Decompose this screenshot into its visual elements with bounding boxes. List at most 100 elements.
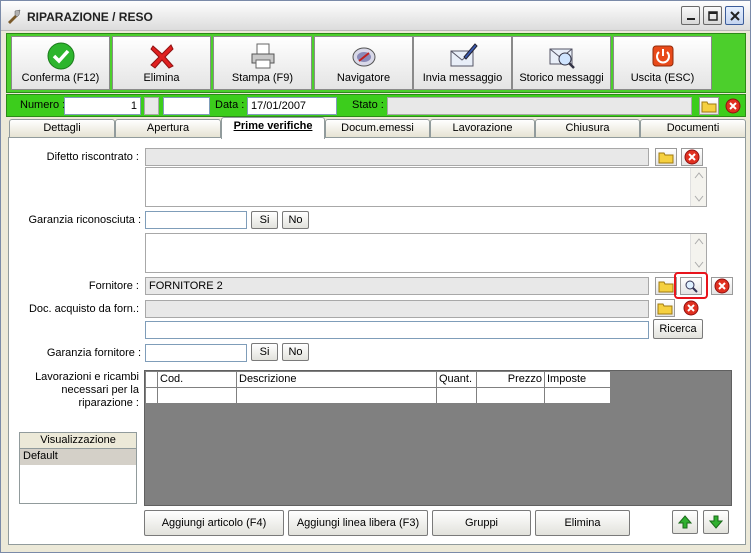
- close-icon: [729, 10, 740, 21]
- folder-icon: [658, 152, 674, 164]
- minimize-button[interactable]: [681, 6, 700, 25]
- difetto-clear-button[interactable]: [681, 148, 703, 166]
- clear-icon: [684, 149, 700, 165]
- doc-acquisto-label: Doc. acquisto da forn.:: [28, 303, 139, 315]
- garanzia-input[interactable]: [145, 211, 247, 229]
- garanzia-fornitore-label: Garanzia fornitore :: [46, 347, 141, 359]
- view-list-item[interactable]: Default: [20, 449, 136, 465]
- garanzia-label: Garanzia riconosciuta :: [28, 214, 142, 226]
- delete-label: Elimina: [143, 72, 180, 84]
- grid-header-imposte[interactable]: Imposte: [545, 372, 611, 388]
- table-cell[interactable]: [545, 388, 611, 404]
- doc-acquisto-detail-input[interactable]: [145, 321, 649, 339]
- fornitore-clear-button[interactable]: [711, 277, 733, 295]
- scroll-down-icon: [694, 195, 704, 202]
- move-down-button[interactable]: [703, 510, 729, 534]
- data-label: Data :: [215, 99, 245, 111]
- compass-icon: [352, 47, 375, 67]
- stato-input[interactable]: [387, 97, 692, 115]
- send-message-label: Invia messaggio: [422, 72, 503, 84]
- fornitore-label: Fornitore :: [88, 280, 139, 292]
- fornitore-input[interactable]: FORNITORE 2: [145, 277, 649, 295]
- tab-documenti[interactable]: Documenti: [640, 119, 746, 137]
- delete-button[interactable]: Elimina: [112, 36, 211, 90]
- table-cell[interactable]: [437, 388, 477, 404]
- delete-x-icon: [149, 44, 174, 69]
- table-cell[interactable]: [237, 388, 437, 404]
- doc-acquisto-open-button[interactable]: [655, 299, 675, 317]
- stato-clear-button[interactable]: [723, 97, 743, 115]
- fornitore-search-button[interactable]: [680, 277, 702, 295]
- arrow-down-icon: [709, 515, 723, 529]
- lavorazioni-grid[interactable]: Cod. Descrizione Quant. Prezzo Imposte: [144, 370, 732, 506]
- numero-spin[interactable]: [144, 97, 159, 115]
- close-button[interactable]: [725, 6, 744, 25]
- grid-header-prezzo[interactable]: Prezzo: [477, 372, 545, 388]
- garanzia-si-button[interactable]: Si: [251, 211, 278, 229]
- arrow-up-icon: [678, 515, 692, 529]
- move-up-button[interactable]: [672, 510, 698, 534]
- maximize-icon: [707, 10, 718, 21]
- tab-dettagli[interactable]: Dettagli: [9, 119, 115, 137]
- message-history-button[interactable]: Storico messaggi: [512, 36, 611, 90]
- exit-button[interactable]: Uscita (ESC): [613, 36, 712, 90]
- garanzia-fornitore-si-button[interactable]: Si: [251, 343, 278, 361]
- grid-header-descrizione[interactable]: Descrizione: [237, 372, 437, 388]
- garanzia-fornitore-no-button[interactable]: No: [282, 343, 309, 361]
- difetto-input[interactable]: [145, 148, 649, 166]
- groups-button[interactable]: Gruppi: [432, 510, 531, 536]
- garanzia-textarea[interactable]: [145, 233, 707, 273]
- clear-icon: [714, 278, 730, 294]
- power-icon: [652, 45, 673, 67]
- table-row-indicator[interactable]: [146, 388, 158, 404]
- doc-acquisto-clear-button[interactable]: [681, 299, 701, 317]
- tab-chiusura[interactable]: Chiusura: [535, 119, 640, 137]
- print-button[interactable]: Stampa (F9): [213, 36, 312, 90]
- difetto-scrollbar[interactable]: [690, 168, 706, 206]
- scroll-up-icon: [694, 172, 704, 179]
- tab-docum-emessi[interactable]: Docum.emessi: [325, 119, 430, 137]
- difetto-textarea[interactable]: [145, 167, 707, 207]
- table-cell[interactable]: [158, 388, 237, 404]
- numero-label: Numero :: [20, 99, 66, 111]
- send-message-button[interactable]: Invia messaggio: [413, 36, 512, 90]
- table-cell[interactable]: [477, 388, 545, 404]
- navigator-label: Navigatore: [336, 72, 391, 84]
- delete-line-button[interactable]: Elimina: [535, 510, 630, 536]
- grid-header-cod[interactable]: Cod.: [158, 372, 237, 388]
- message-history-label: Storico messaggi: [519, 72, 604, 84]
- numero-suffix-input[interactable]: [163, 97, 210, 115]
- garanzia-fornitore-input[interactable]: [145, 344, 247, 362]
- grid-header-quant[interactable]: Quant.: [437, 372, 477, 388]
- garanzia-no-button[interactable]: No: [282, 211, 309, 229]
- view-list[interactable]: Visualizzazione Default: [19, 432, 137, 504]
- garanzia-scrollbar[interactable]: [690, 234, 706, 272]
- clear-icon: [725, 98, 741, 114]
- difetto-label: Difetto riscontrato :: [46, 151, 139, 163]
- maximize-button[interactable]: [703, 6, 722, 25]
- confirm-button[interactable]: Conferma (F12): [11, 36, 110, 90]
- search-icon: [685, 280, 698, 293]
- folder-icon: [657, 303, 673, 315]
- ricerca-button[interactable]: Ricerca: [653, 319, 703, 339]
- print-label: Stampa (F9): [231, 72, 294, 84]
- minimize-icon: [686, 17, 695, 20]
- add-article-button[interactable]: Aggiungi articolo (F4): [144, 510, 284, 536]
- data-input[interactable]: 17/01/2007: [247, 97, 337, 115]
- folder-icon: [701, 101, 717, 113]
- lavorazioni-label: Lavorazioni e ricambi necessari per la r…: [35, 371, 139, 409]
- envelope-pen-icon: [450, 43, 478, 67]
- tab-apertura[interactable]: Apertura: [115, 119, 221, 137]
- title-bar: RIPARAZIONE / RESO: [1, 1, 750, 31]
- navigator-button[interactable]: Navigatore: [314, 36, 413, 90]
- numero-input[interactable]: 1: [64, 97, 141, 115]
- confirm-label: Conferma (F12): [21, 72, 100, 84]
- tab-lavorazione[interactable]: Lavorazione: [430, 119, 535, 137]
- stato-open-button[interactable]: [699, 97, 719, 115]
- doc-acquisto-input[interactable]: [145, 300, 649, 318]
- tab-prime-verifiche[interactable]: Prime verifiche: [221, 117, 325, 139]
- clear-icon: [683, 300, 699, 316]
- difetto-open-button[interactable]: [655, 148, 677, 166]
- add-free-line-button[interactable]: Aggiungi linea libera (F3): [288, 510, 428, 536]
- printer-icon: [251, 43, 274, 69]
